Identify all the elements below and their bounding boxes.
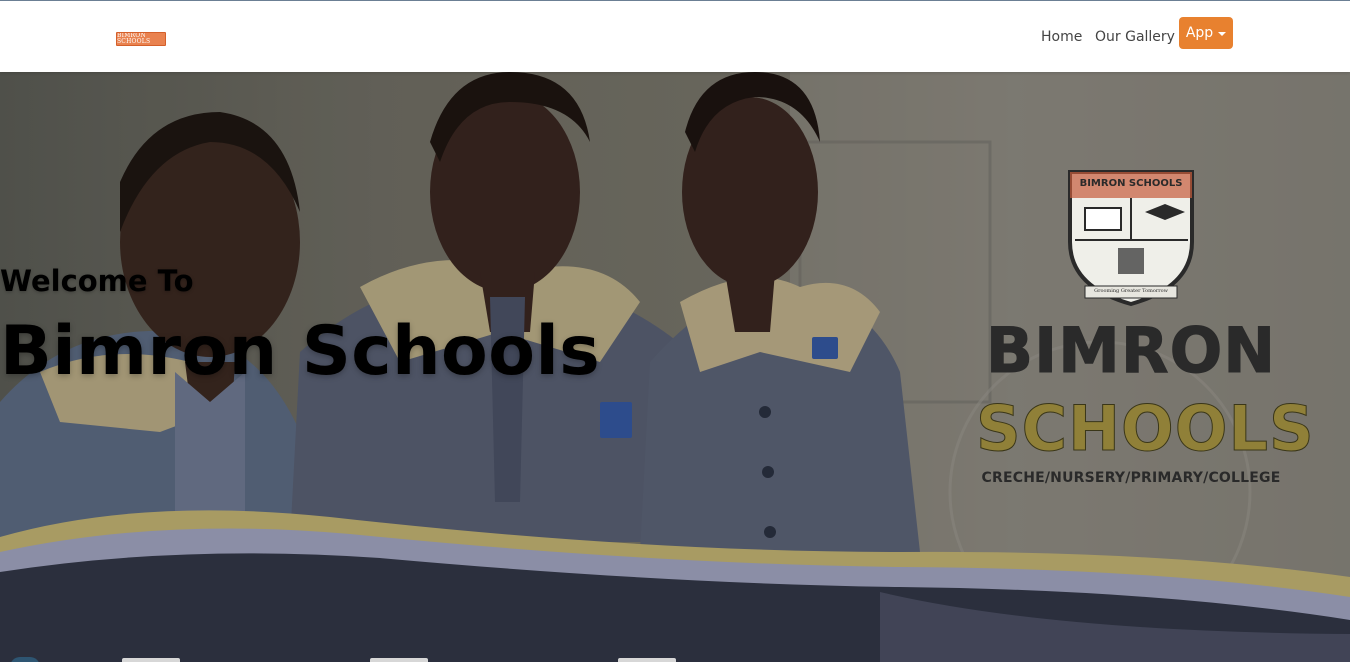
brand-logo[interactable]: BIMRON SCHOOLS [116,32,166,46]
caret-down-icon [1218,32,1227,36]
nav-link-gallery[interactable]: Our Gallery [1095,27,1175,47]
hero-title: Bimron Schools [0,312,601,391]
bottom-avatar [10,657,40,662]
app-button-label: App [1185,25,1214,41]
crest-title: BIMRON SCHOOLS [1079,178,1183,189]
nav-link-home[interactable]: Home [1041,27,1082,47]
sign-name-bottom: SCHOOLS [976,392,1315,465]
hero-welcome-text: Welcome To [0,264,194,298]
bottom-card-1[interactable] [122,658,180,662]
sign-subtitle: CRECHE/NURSERY/PRIMARY/COLLEGE [981,470,1281,486]
bottom-card-3[interactable] [618,658,676,662]
bottom-card-2[interactable] [370,658,428,662]
navbar: BIMRON SCHOOLS Home Our Gallery App [0,0,1350,72]
app-dropdown-button[interactable]: App [1179,17,1233,49]
hero-banner: BIMRON SCHOOLS Grooming Greater Tomorrow… [0,72,1350,662]
brand-logo-text: BIMRON SCHOOLS [117,32,151,45]
